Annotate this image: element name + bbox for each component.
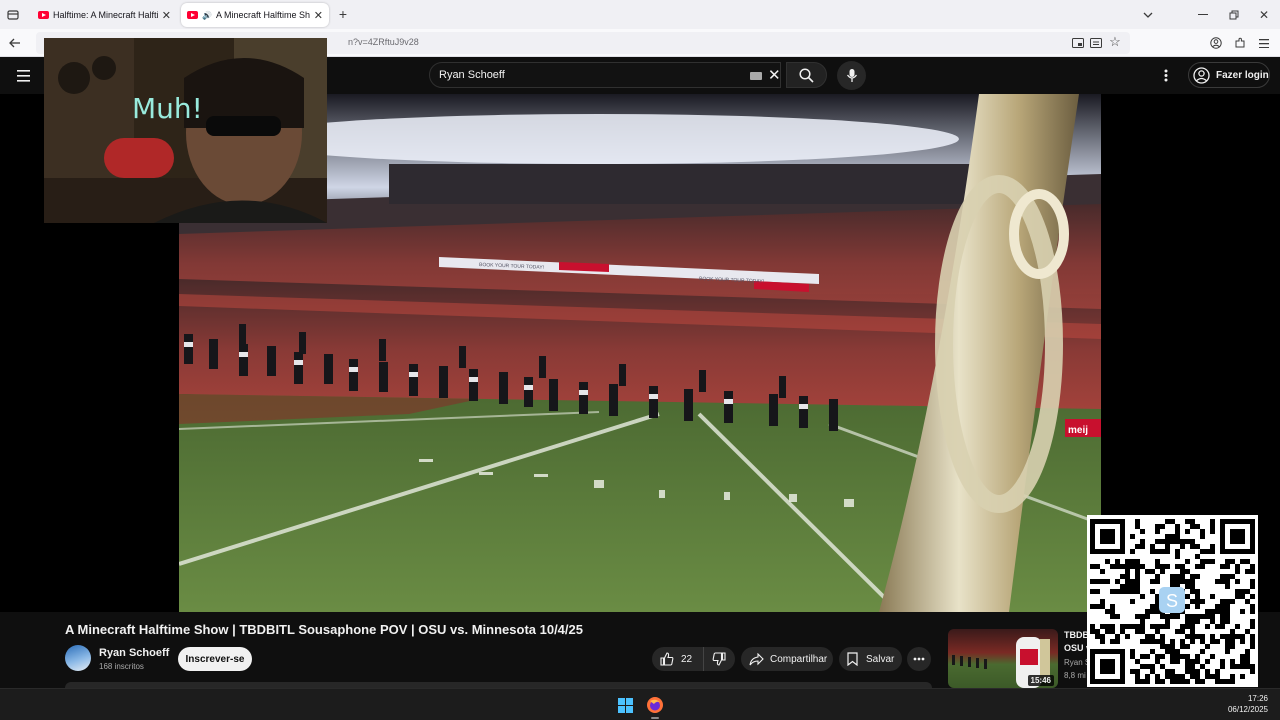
minimize-icon[interactable]: [1196, 8, 1210, 22]
clock-time[interactable]: 17:26: [1229, 694, 1268, 703]
new-tab-icon[interactable]: +: [336, 6, 350, 22]
youtube-favicon-icon: [38, 11, 49, 19]
close-tab-icon[interactable]: ✕: [162, 9, 171, 22]
save-button[interactable]: Salvar: [839, 647, 902, 671]
ellipsis-icon: [913, 657, 925, 661]
subscriber-count: 168 inscritos: [99, 662, 144, 671]
account-icon[interactable]: [1209, 36, 1223, 50]
search-input[interactable]: Ryan Schoeff ✕: [429, 62, 781, 88]
search-query-text[interactable]: Ryan Schoeff: [439, 69, 505, 81]
extensions-puzzle-icon[interactable]: [1233, 36, 1247, 50]
tab-list-chevron-icon[interactable]: [1141, 8, 1155, 22]
back-arrow-icon[interactable]: [8, 36, 22, 50]
recommended-meta: 8,8 mi: [1064, 671, 1086, 680]
browser-tab-bar: Halftime: A Minecraft Halftime S ✕ 🔊 A M…: [0, 0, 1280, 29]
share-arrow-icon: [749, 652, 764, 665]
recommended-video-thumbnail[interactable]: 15:46: [948, 629, 1058, 688]
voice-search-button[interactable]: [837, 61, 866, 90]
thumbs-up-icon: [660, 652, 674, 666]
svg-text:S: S: [1166, 591, 1178, 611]
thumbs-down-icon: [712, 652, 726, 666]
reader-view-icon[interactable]: [1089, 36, 1103, 50]
app-menu-icon[interactable]: [1257, 36, 1271, 50]
video-duration: 15:46: [1027, 675, 1054, 686]
corner-ad-text: meij: [1068, 425, 1088, 436]
share-button[interactable]: Compartilhar: [741, 647, 833, 671]
qr-code-overlay: S: [1087, 515, 1258, 687]
search-icon: [799, 67, 814, 83]
bookmark-star-icon[interactable]: ☆: [1108, 34, 1122, 49]
channel-name[interactable]: Ryan Schoeff: [99, 647, 169, 659]
windows-start-icon[interactable]: [618, 698, 633, 713]
microphone-icon: [846, 69, 857, 82]
keyboard-icon[interactable]: [750, 72, 762, 80]
clear-search-icon[interactable]: ✕: [768, 66, 781, 84]
save-label: Salvar: [866, 653, 895, 665]
video-title: A Minecraft Halftime Show | TBDBITL Sous…: [65, 622, 583, 637]
tab-overview-icon[interactable]: [6, 8, 20, 22]
clock-date[interactable]: 06/12/2025: [1219, 705, 1268, 714]
windows-taskbar: 17:26 06/12/2025: [0, 688, 1280, 720]
close-tab-icon[interactable]: ✕: [314, 9, 323, 22]
browser-tab[interactable]: Halftime: A Minecraft Halftime S ✕: [32, 3, 177, 27]
login-button[interactable]: Fazer login: [1188, 62, 1270, 88]
speaker-icon[interactable]: 🔊: [202, 11, 212, 20]
recommended-title[interactable]: TBDB: [1064, 630, 1089, 640]
active-app-indicator: [651, 717, 659, 719]
search-button[interactable]: [786, 62, 827, 88]
picture-in-picture-icon[interactable]: [1071, 36, 1085, 50]
browser-tab-active[interactable]: 🔊 A Minecraft Halftime Show ✕: [181, 3, 329, 27]
hamburger-menu-icon[interactable]: [17, 69, 31, 82]
youtube-favicon-icon: [187, 11, 198, 19]
share-label: Compartilhar: [770, 653, 828, 665]
tab-title: A Minecraft Halftime Show: [215, 10, 310, 20]
url-text[interactable]: n?v=4ZRftuJ9v28: [348, 37, 419, 47]
webcam-overlay: Muh!: [44, 38, 327, 223]
subscribe-button[interactable]: Inscrever-se: [178, 647, 252, 671]
bookmark-icon: [847, 652, 858, 666]
channel-avatar[interactable]: [65, 645, 91, 671]
firefox-icon[interactable]: [646, 696, 664, 714]
close-window-icon[interactable]: ✕: [1257, 8, 1271, 22]
like-count: 22: [681, 653, 693, 665]
user-circle-icon: [1193, 66, 1210, 84]
more-actions-button[interactable]: [907, 647, 931, 671]
like-button[interactable]: 22: [652, 647, 704, 671]
login-label: Fazer login: [1216, 69, 1269, 81]
dislike-button[interactable]: [704, 647, 734, 671]
tab-title: Halftime: A Minecraft Halftime S: [53, 10, 158, 20]
restore-icon[interactable]: [1227, 8, 1241, 22]
more-options-icon[interactable]: [1164, 69, 1170, 83]
like-dislike-group: 22: [652, 647, 735, 671]
neon-sign-text: Muh!: [132, 92, 203, 125]
